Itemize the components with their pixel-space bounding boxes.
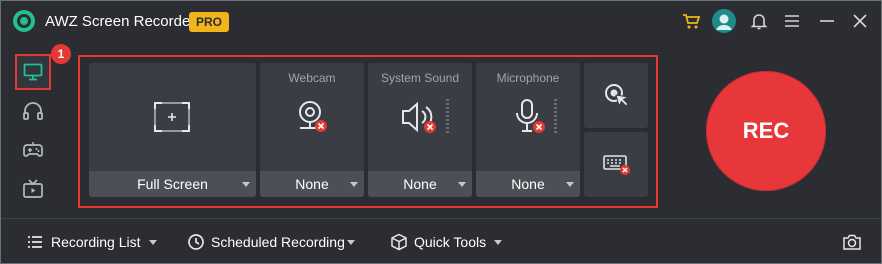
bottom-divider (1, 218, 881, 219)
screen-source-value: Full Screen (137, 176, 208, 192)
scheduled-recording-label: Scheduled Recording (211, 234, 345, 250)
app-window: AWZ Screen Recorder PRO 1 Full Screen We… (0, 0, 882, 264)
screen-select-icon (154, 102, 190, 132)
webcam-source-card[interactable]: Webcam None (260, 63, 364, 197)
user-avatar-icon[interactable] (712, 9, 736, 33)
sidebar-item-tv[interactable] (15, 171, 51, 207)
app-title: AWZ Screen Recorder (45, 13, 196, 30)
headphones-icon (23, 102, 43, 120)
webcam-icon (299, 101, 327, 132)
webcam-label: Webcam (288, 71, 336, 85)
screen-source-dropdown[interactable]: Full Screen (89, 171, 256, 197)
menu-icon[interactable] (782, 11, 802, 31)
cart-icon[interactable] (681, 11, 701, 31)
chevron-down-icon (494, 240, 502, 245)
mouse-click-effect-button[interactable] (584, 63, 648, 128)
title-bar: AWZ Screen Recorder PRO (1, 1, 881, 41)
webcam-dropdown[interactable]: None (260, 171, 364, 197)
microphone-level-meter (554, 99, 557, 135)
chevron-down-icon (347, 240, 355, 245)
minimize-icon[interactable] (817, 11, 837, 31)
speaker-icon (402, 101, 436, 133)
close-icon[interactable] (850, 11, 870, 31)
chevron-down-icon (458, 182, 466, 187)
screenshot-button[interactable] (842, 232, 862, 252)
bell-icon[interactable] (749, 11, 769, 31)
recording-list-label: Recording List (51, 234, 141, 250)
rec-button[interactable]: REC (706, 71, 826, 191)
tv-icon (23, 179, 43, 198)
step-badge: 1 (51, 44, 71, 64)
screen-source-card[interactable]: Full Screen (89, 63, 256, 197)
chevron-down-icon (350, 182, 358, 187)
system-sound-level-meter (446, 99, 449, 135)
sidebar-item-screen[interactable] (15, 54, 51, 90)
recording-list-button[interactable]: Recording List (27, 232, 157, 252)
webcam-value: None (295, 176, 329, 192)
keyboard-display-icon (603, 155, 630, 175)
mouse-click-effect-icon (605, 84, 630, 108)
microphone-card[interactable]: Microphone None (476, 63, 580, 197)
gamepad-icon (23, 142, 43, 157)
microphone-label: Microphone (496, 71, 560, 85)
camera-icon (843, 234, 861, 250)
clock-icon (188, 234, 204, 250)
list-icon (28, 236, 42, 248)
monitor-icon (23, 63, 43, 81)
box-icon (391, 233, 407, 251)
microphone-dropdown[interactable]: None (476, 171, 580, 197)
quick-tools-button[interactable]: Quick Tools (390, 232, 502, 252)
scheduled-recording-button[interactable]: Scheduled Recording (187, 232, 355, 252)
microphone-value: None (511, 176, 545, 192)
sidebar-item-audio[interactable] (15, 93, 51, 129)
chevron-down-icon (566, 182, 574, 187)
microphone-icon (516, 99, 545, 133)
sidebar-item-game[interactable] (15, 132, 51, 168)
system-sound-card[interactable]: System Sound None (368, 63, 472, 197)
quick-tools-label: Quick Tools (414, 234, 487, 250)
app-logo (13, 10, 35, 32)
keyboard-display-button[interactable] (584, 132, 648, 197)
system-sound-value: None (403, 176, 437, 192)
chevron-down-icon (242, 182, 250, 187)
system-sound-dropdown[interactable]: None (368, 171, 472, 197)
chevron-down-icon (149, 240, 157, 245)
pro-badge[interactable]: PRO (189, 12, 229, 32)
system-sound-label: System Sound (380, 71, 460, 85)
